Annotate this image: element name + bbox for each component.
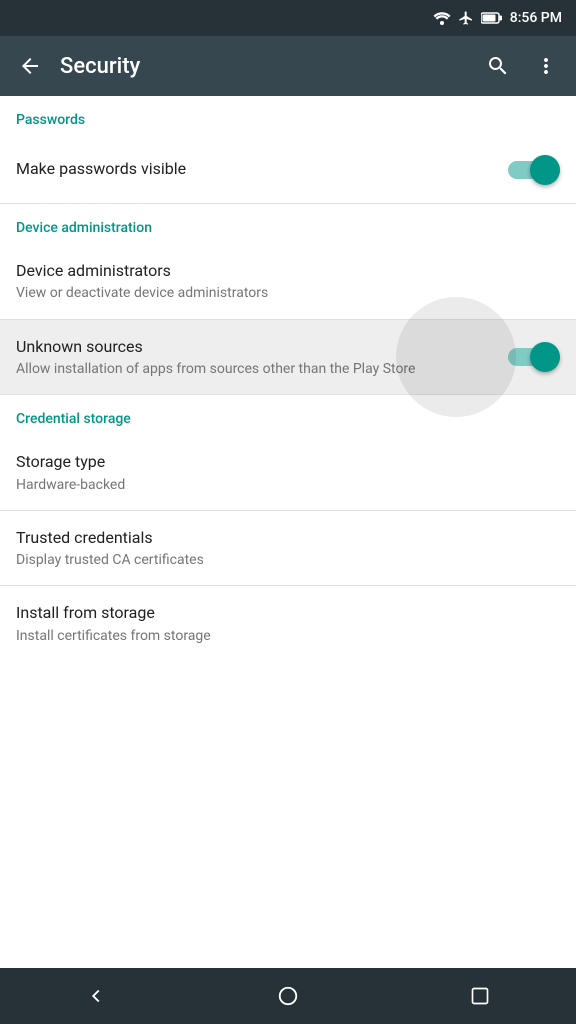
back-arrow-icon bbox=[18, 54, 42, 78]
setting-text-unknown-sources: Unknown sources Allow installation of ap… bbox=[16, 336, 508, 379]
setting-text-make-passwords-visible: Make passwords visible bbox=[16, 158, 508, 180]
setting-title-make-passwords-visible: Make passwords visible bbox=[16, 158, 508, 180]
toggle-thumb-passwords bbox=[530, 155, 560, 185]
setting-item-make-passwords-visible[interactable]: Make passwords visible bbox=[0, 136, 576, 204]
setting-title-install-from-storage: Install from storage bbox=[16, 602, 560, 624]
toggle-thumb-unknown-sources bbox=[530, 342, 560, 372]
setting-text-trusted-credentials: Trusted credentials Display trusted CA c… bbox=[16, 527, 560, 570]
nav-home-button[interactable] bbox=[258, 974, 318, 1018]
status-icons: 8:56 PM bbox=[433, 10, 562, 26]
airplane-icon bbox=[458, 10, 474, 26]
nav-recents-icon bbox=[470, 986, 490, 1006]
setting-title-unknown-sources: Unknown sources bbox=[16, 336, 508, 358]
nav-home-icon bbox=[277, 985, 299, 1007]
search-button[interactable] bbox=[476, 44, 520, 88]
section-header-device-admin: Device administration bbox=[0, 204, 576, 244]
setting-subtitle-storage-type: Hardware-backed bbox=[16, 476, 560, 494]
setting-text-storage-type: Storage type Hardware-backed bbox=[16, 451, 560, 494]
search-icon bbox=[486, 54, 510, 78]
setting-subtitle-trusted-credentials: Display trusted CA certificates bbox=[16, 551, 560, 569]
back-button[interactable] bbox=[8, 44, 52, 88]
setting-item-storage-type[interactable]: Storage type Hardware-backed bbox=[0, 435, 576, 511]
more-options-button[interactable] bbox=[524, 44, 568, 88]
wifi-icon bbox=[433, 11, 451, 25]
setting-subtitle-install-from-storage: Install certificates from storage bbox=[16, 627, 560, 645]
setting-text-device-administrators: Device administrators View or deactivate… bbox=[16, 260, 560, 303]
setting-item-trusted-credentials[interactable]: Trusted credentials Display trusted CA c… bbox=[0, 511, 576, 587]
setting-item-install-from-storage[interactable]: Install from storage Install certificate… bbox=[0, 586, 576, 661]
battery-icon bbox=[481, 12, 503, 24]
content-area: Passwords Make passwords visible Device … bbox=[0, 96, 576, 968]
setting-subtitle-unknown-sources: Allow installation of apps from sources … bbox=[16, 360, 508, 378]
setting-text-install-from-storage: Install from storage Install certificate… bbox=[16, 602, 560, 645]
setting-subtitle-device-administrators: View or deactivate device administrators bbox=[16, 284, 560, 302]
setting-title-device-administrators: Device administrators bbox=[16, 260, 560, 282]
toggle-unknown-sources[interactable] bbox=[508, 342, 560, 372]
section-header-passwords: Passwords bbox=[0, 96, 576, 136]
setting-item-unknown-sources[interactable]: Unknown sources Allow installation of ap… bbox=[0, 320, 576, 396]
nav-back-button[interactable] bbox=[66, 974, 126, 1018]
status-bar: 8:56 PM bbox=[0, 0, 576, 36]
app-bar-actions bbox=[476, 44, 568, 88]
app-bar: Security bbox=[0, 36, 576, 96]
page-title: Security bbox=[60, 54, 476, 79]
toggle-make-passwords-visible[interactable] bbox=[508, 155, 560, 185]
setting-title-trusted-credentials: Trusted credentials bbox=[16, 527, 560, 549]
toggle-switch-unknown-sources[interactable] bbox=[508, 342, 560, 372]
navigation-bar bbox=[0, 968, 576, 1024]
status-time: 8:56 PM bbox=[510, 10, 562, 26]
nav-recents-button[interactable] bbox=[450, 974, 510, 1018]
nav-back-icon bbox=[85, 985, 107, 1007]
toggle-switch-passwords[interactable] bbox=[508, 155, 560, 185]
more-vertical-icon bbox=[534, 54, 558, 78]
setting-title-storage-type: Storage type bbox=[16, 451, 560, 473]
